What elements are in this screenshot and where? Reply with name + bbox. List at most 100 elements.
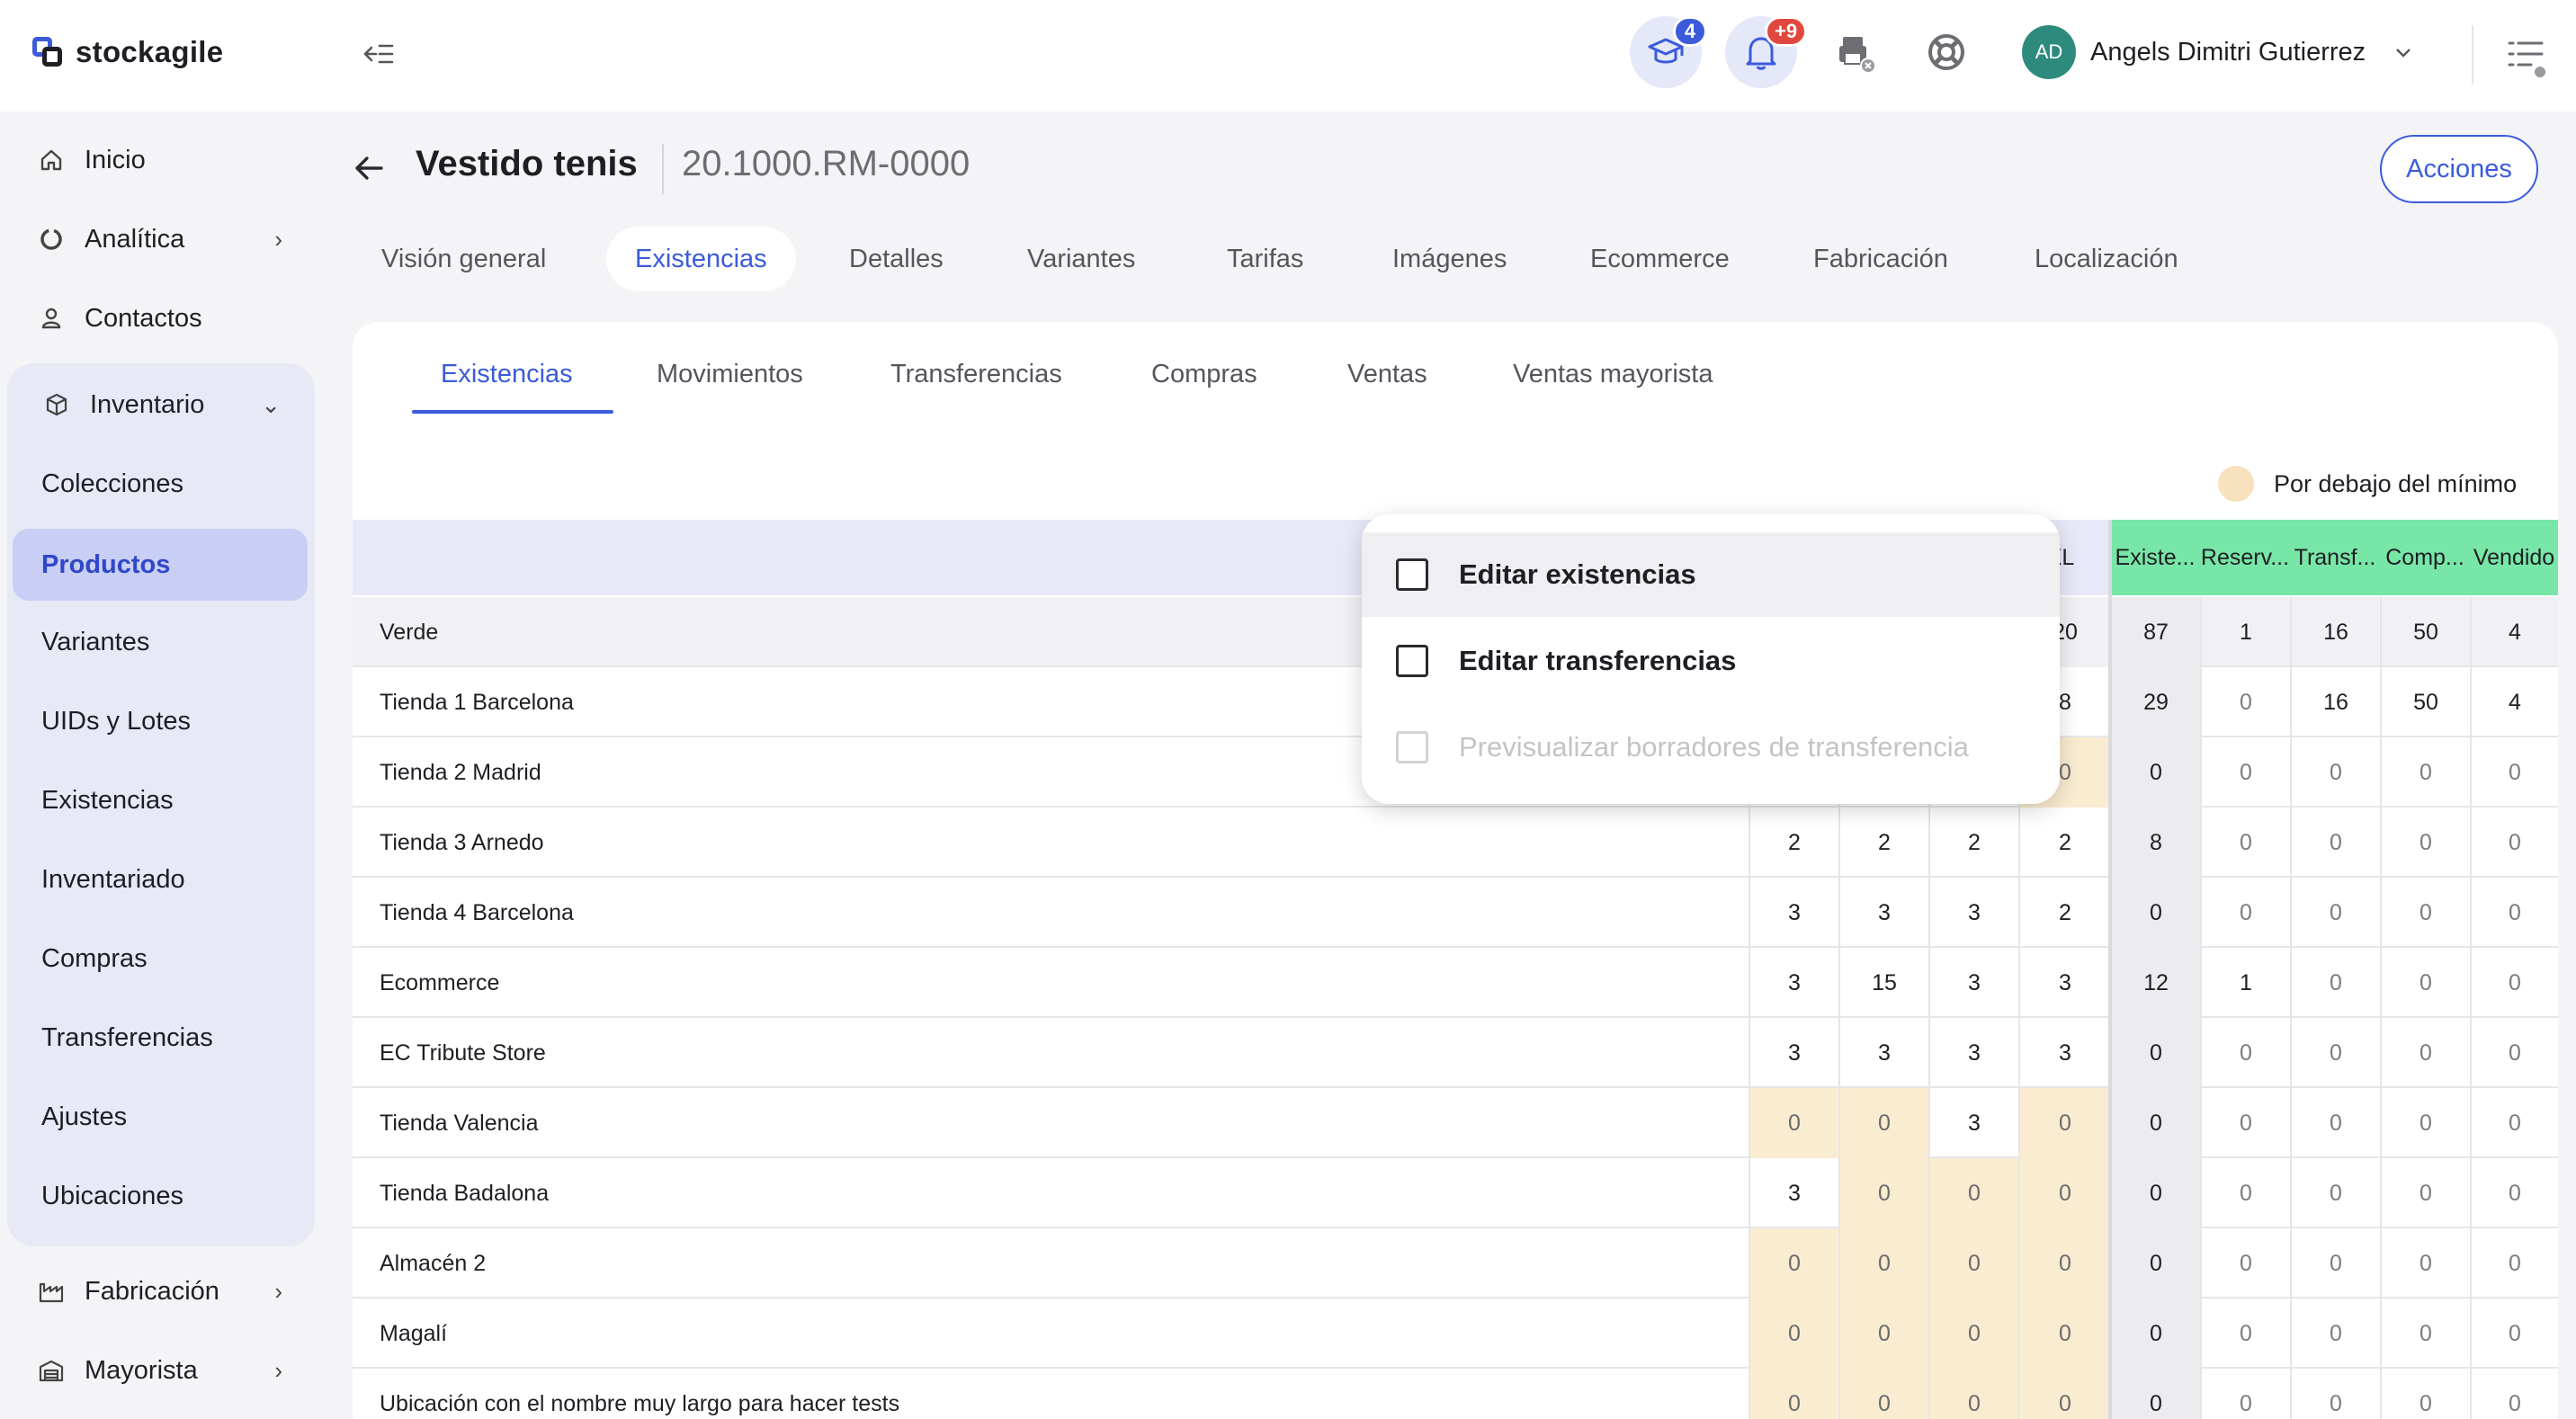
- subtab-transferencias[interactable]: Transferencias: [890, 360, 1062, 415]
- size-stock-cell: 0: [2018, 1299, 2110, 1369]
- legend-label: Por debajo del mínimo: [2274, 469, 2518, 497]
- sidebar-item-label: UIDs y Lotes: [41, 706, 191, 736]
- box-icon: [43, 391, 70, 418]
- sidebar-item-fabricacion[interactable]: Fabricación ›: [14, 1255, 308, 1327]
- summary-cell: 0: [2290, 1018, 2380, 1088]
- summary-cell: 0: [2200, 1158, 2290, 1228]
- size-stock-cell: 3: [1749, 1018, 1838, 1088]
- actions-dropdown: Editar existencias Editar transferencias…: [1362, 514, 2060, 804]
- summary-cell: 0: [2110, 1228, 2200, 1299]
- tab-imagenes[interactable]: Imágenes: [1364, 227, 1535, 291]
- summary-cell: 50: [2380, 597, 2470, 667]
- sidebar-item-inventario[interactable]: Inventario ⌄: [20, 369, 313, 441]
- row-label: Tienda 3 Arnedo: [380, 829, 544, 855]
- summary-cell: 29: [2110, 667, 2200, 737]
- summary-cell: 0: [2200, 667, 2290, 737]
- tab-vision-general[interactable]: Visión general: [353, 227, 575, 291]
- subtab-ventas-mayorista[interactable]: Ventas mayorista: [1513, 360, 1713, 415]
- sidebar-item-ajustes[interactable]: Ajustes: [13, 1081, 308, 1153]
- subtab-existencias[interactable]: Existencias: [441, 360, 573, 415]
- tab-existencias[interactable]: Existencias: [606, 227, 796, 291]
- sidebar-item-existencias[interactable]: Existencias: [13, 764, 308, 836]
- size-stock-cell: 0: [1749, 1299, 1838, 1369]
- task-list-button[interactable]: [2506, 34, 2549, 79]
- size-stock-cell: 0: [1838, 1228, 1928, 1299]
- size-stock-cell: 0: [2018, 1228, 2110, 1299]
- collapse-sidebar-icon[interactable]: [358, 36, 399, 72]
- column-header-existencias[interactable]: Existe...: [2110, 520, 2200, 595]
- tab-variantes[interactable]: Variantes: [998, 227, 1164, 291]
- tab-tarifas[interactable]: Tarifas: [1198, 227, 1332, 291]
- row-label: Tienda 4 Barcelona: [380, 899, 574, 925]
- summary-cell: 0: [2380, 1158, 2470, 1228]
- summary-cell: 0: [2110, 878, 2200, 948]
- size-stock-cell: 3: [2018, 1018, 2110, 1088]
- logo[interactable]: stockagile: [32, 34, 223, 70]
- chevron-down-icon: [2396, 49, 2411, 58]
- notifications-button[interactable]: +9: [1725, 16, 1808, 88]
- column-header-reservado[interactable]: Reserv...: [2200, 520, 2290, 595]
- size-stock-cell: 3: [1928, 878, 2018, 948]
- summary-cell: 1: [2200, 597, 2290, 667]
- sidebar-item-colecciones[interactable]: Colecciones: [13, 448, 308, 520]
- active-subtab-indicator: [412, 410, 613, 414]
- tab-detalles[interactable]: Detalles: [820, 227, 972, 291]
- menu-item-editar-existencias[interactable]: Editar existencias: [1362, 532, 2060, 617]
- subtab-ventas[interactable]: Ventas: [1347, 360, 1427, 415]
- size-stock-cell: 2: [2018, 878, 2110, 948]
- tab-ecommerce[interactable]: Ecommerce: [1561, 227, 1758, 291]
- sidebar-item-productos[interactable]: Productos: [13, 529, 308, 601]
- sidebar-item-inventariado[interactable]: Inventariado: [13, 843, 308, 915]
- divider: [2472, 25, 2473, 85]
- menu-item-editar-transferencias[interactable]: Editar transferencias: [1362, 619, 2060, 703]
- arrow-left-icon: [355, 156, 383, 180]
- subtab-compras[interactable]: Compras: [1151, 360, 1257, 415]
- sidebar-item-label: Variantes: [41, 627, 150, 656]
- summary-cell: 0: [2380, 1299, 2470, 1369]
- summary-cell: 0: [2470, 1158, 2558, 1228]
- summary-cell: 0: [2290, 1299, 2380, 1369]
- sidebar-item-inicio[interactable]: Inicio: [14, 124, 308, 196]
- size-stock-cell: 3: [1749, 1158, 1838, 1228]
- checkbox[interactable]: [1396, 558, 1428, 591]
- row-label: Verde: [380, 619, 439, 645]
- summary-cell: 0: [2290, 1158, 2380, 1228]
- sidebar-item-transferencias[interactable]: Transferencias: [13, 1002, 308, 1074]
- size-stock-cell: 0: [2018, 1369, 2110, 1419]
- summary-cell: 8: [2110, 808, 2200, 878]
- size-stock-cell: 3: [1838, 878, 1928, 948]
- column-header-compras[interactable]: Comp...: [2380, 520, 2470, 595]
- summary-cell: 0: [2200, 1088, 2290, 1158]
- actions-button[interactable]: Acciones: [2380, 135, 2538, 203]
- size-stock-cell: 0: [1838, 1369, 1928, 1419]
- sidebar-item-variantes[interactable]: Variantes: [13, 606, 308, 678]
- academy-button[interactable]: 4: [1630, 16, 1707, 88]
- sidebar-item-contactos[interactable]: Contactos: [14, 282, 308, 354]
- sidebar-item-uids-lotes[interactable]: UIDs y Lotes: [13, 685, 308, 757]
- size-stock-cell: 15: [1838, 948, 1928, 1018]
- column-header-transferencias[interactable]: Transf...: [2290, 520, 2380, 595]
- help-button[interactable]: [1910, 16, 1982, 88]
- column-header-vendido[interactable]: Vendido: [2470, 520, 2558, 595]
- summary-cell: 0: [2470, 808, 2558, 878]
- sidebar-item-compras[interactable]: Compras: [13, 923, 308, 995]
- sidebar-item-label: Inicio: [85, 145, 146, 174]
- sidebar-item-mayorista[interactable]: Mayorista ›: [14, 1334, 308, 1406]
- tab-fabricacion[interactable]: Fabricación: [1784, 227, 1977, 291]
- menu-item-label: Previsualizar borradores de transferenci…: [1459, 731, 1969, 763]
- below-minimum-swatch: [2218, 466, 2254, 502]
- summary-cell: 12: [2110, 948, 2200, 1018]
- sidebar-item-ubicaciones[interactable]: Ubicaciones: [13, 1160, 308, 1232]
- summary-cell: 0: [2110, 737, 2200, 808]
- analytics-icon: [38, 226, 65, 253]
- sidebar-item-analitica[interactable]: Analítica ›: [14, 203, 308, 275]
- subtab-movimientos[interactable]: Movimientos: [657, 360, 803, 415]
- back-button[interactable]: [349, 147, 390, 189]
- printer-button[interactable]: [1820, 16, 1892, 88]
- user-menu[interactable]: AD Angels Dimitri Gutierrez: [2022, 25, 2414, 79]
- checkbox: [1396, 731, 1428, 763]
- sidebar-item-label: Ajustes: [41, 1102, 128, 1131]
- summary-cell: 0: [2380, 1369, 2470, 1419]
- checkbox[interactable]: [1396, 645, 1428, 677]
- tab-localizacion[interactable]: Localización: [2006, 227, 2207, 291]
